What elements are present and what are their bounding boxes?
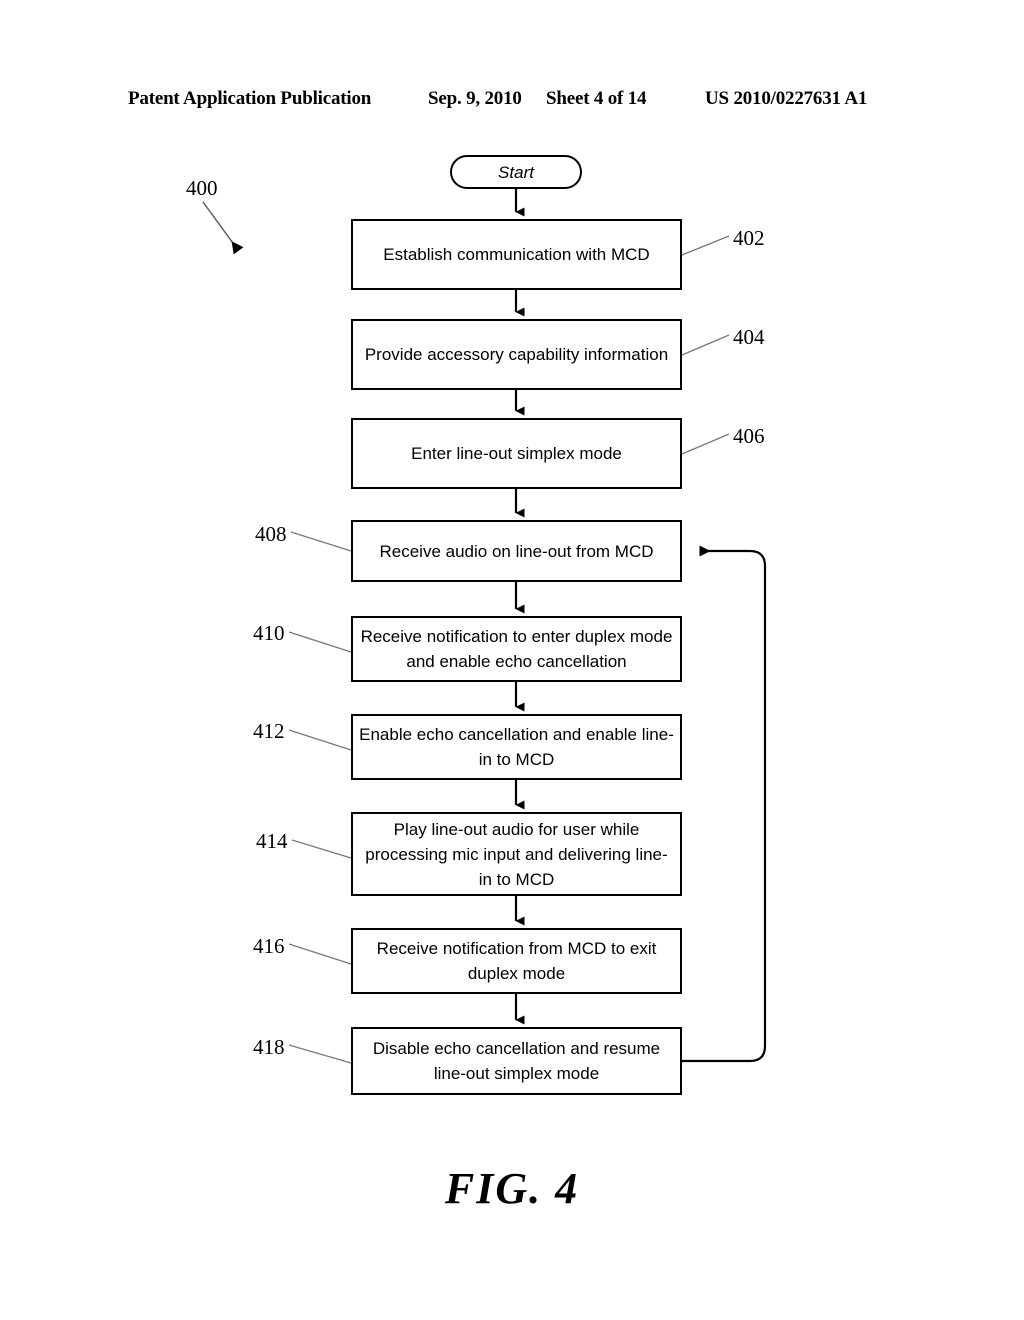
leader-line-418 bbox=[288, 1044, 352, 1064]
flow-node-418-label: Disable echo cancellation and resume lin… bbox=[372, 1039, 661, 1083]
flow-node-416-label: Receive notification from MCD to exit du… bbox=[376, 939, 657, 983]
leader-line-414 bbox=[291, 839, 352, 859]
leader-line-412 bbox=[288, 729, 352, 751]
flow-node-410-label: Receive notification to enter duplex mod… bbox=[360, 627, 673, 671]
reference-numeral-414: 414 bbox=[256, 829, 288, 853]
flow-node-414-label: Play line-out audio for user while proce… bbox=[365, 819, 668, 889]
reference-numeral-416: 416 bbox=[253, 934, 285, 958]
leader-line-400 bbox=[202, 201, 244, 255]
flow-node-412[interactable]: Enable echo cancellation and enable line… bbox=[351, 714, 682, 780]
leader-line-416 bbox=[288, 943, 352, 965]
reference-numeral-402: 402 bbox=[733, 226, 765, 250]
flow-node-416[interactable]: Receive notification from MCD to exit du… bbox=[351, 928, 682, 994]
flowchart-diagram: Start Establish communication with MCD P… bbox=[0, 0, 1024, 1320]
leader-line-404 bbox=[681, 334, 730, 356]
flow-node-404[interactable]: Provide accessory capability information bbox=[351, 319, 682, 390]
reference-numeral-418: 418 bbox=[253, 1035, 285, 1059]
flow-node-402-label: Establish communication with MCD bbox=[383, 245, 650, 264]
leader-line-410 bbox=[288, 631, 352, 653]
flow-node-406[interactable]: Enter line-out simplex mode bbox=[351, 418, 682, 489]
flow-node-410[interactable]: Receive notification to enter duplex mod… bbox=[351, 616, 682, 682]
figure-caption: FIG. 4 bbox=[444, 1164, 580, 1213]
flow-node-start-label: Start bbox=[498, 162, 534, 182]
reference-numeral-408: 408 bbox=[255, 522, 287, 546]
leader-line-406 bbox=[681, 433, 730, 455]
connector-418-to-408-feedback bbox=[682, 545, 767, 1063]
leader-line-408 bbox=[290, 531, 352, 552]
flow-node-start[interactable]: Start bbox=[450, 155, 582, 189]
flow-node-404-label: Provide accessory capability information bbox=[364, 345, 669, 364]
flow-node-408-label: Receive audio on line-out from MCD bbox=[379, 541, 654, 561]
flow-node-406-label: Enter line-out simplex mode bbox=[411, 444, 622, 463]
reference-numeral-406: 406 bbox=[733, 424, 765, 448]
flow-node-412-label: Enable echo cancellation and enable line… bbox=[359, 725, 674, 769]
flow-node-414[interactable]: Play line-out audio for user while proce… bbox=[351, 812, 682, 896]
leader-line-402 bbox=[681, 235, 730, 256]
flow-node-418[interactable]: Disable echo cancellation and resume lin… bbox=[351, 1027, 682, 1095]
flow-node-402[interactable]: Establish communication with MCD bbox=[351, 219, 682, 290]
reference-numeral-404: 404 bbox=[733, 325, 765, 349]
reference-numeral-400: 400 bbox=[186, 176, 218, 200]
reference-numeral-410: 410 bbox=[253, 621, 285, 645]
flow-node-408[interactable]: Receive audio on line-out from MCD bbox=[351, 520, 682, 582]
reference-numeral-412: 412 bbox=[253, 719, 285, 743]
